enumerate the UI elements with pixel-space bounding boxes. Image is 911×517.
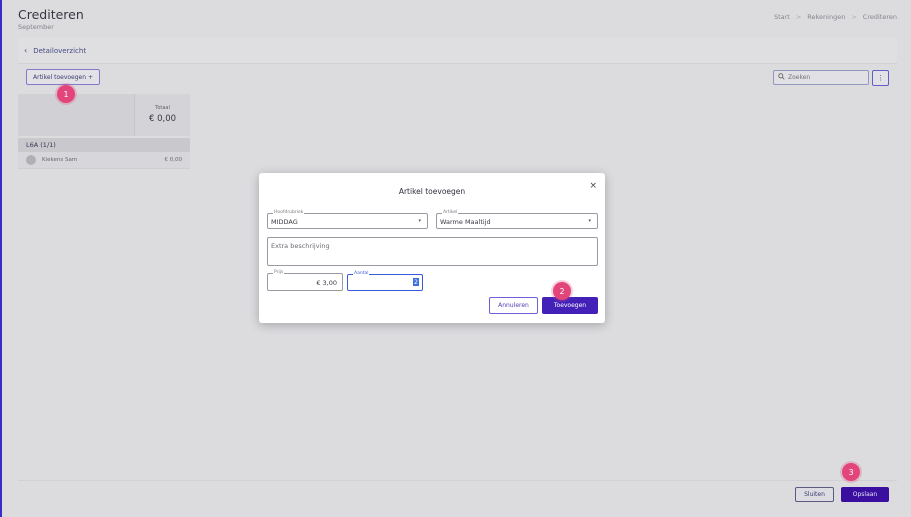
cancel-button[interactable]: Annuleren [489,297,538,314]
step-marker-3: 3 [842,463,860,481]
quantity-label: Aantal [353,271,370,276]
extra-description-placeholder: Extra beschrijving [271,242,330,250]
artikel-label: Artikel [442,210,459,215]
artikel-value: Warme Maaltijd [440,218,491,226]
step-marker-2: 2 [553,282,571,300]
dialog-title: Artikel toevoegen [398,187,466,196]
quantity-value: 2 [412,278,419,286]
hoofdrubriek-value: MIDDAG [271,218,298,226]
artikel-select[interactable]: Artikel Warme Maaltijd ▾ [436,210,598,229]
price-label: Prijs [273,270,285,275]
caret-down-icon: ▾ [588,218,591,224]
quantity-field[interactable]: Aantal 2 [347,271,423,291]
extra-description-textarea[interactable]: Extra beschrijving [267,237,598,266]
price-value: € 3,00 [316,279,337,287]
caret-down-icon: ▾ [418,218,421,224]
add-button[interactable]: Toevoegen [542,297,598,314]
price-field[interactable]: Prijs € 3,00 [267,270,343,291]
step-marker-1: 1 [57,85,75,103]
add-article-dialog: Artikel toevoegen × Hoofdrubriek MIDDAG … [259,173,605,323]
close-icon[interactable]: × [589,181,597,191]
hoofdrubriek-label: Hoofdrubriek [273,210,305,215]
hoofdrubriek-select[interactable]: Hoofdrubriek MIDDAG ▾ [267,210,428,229]
